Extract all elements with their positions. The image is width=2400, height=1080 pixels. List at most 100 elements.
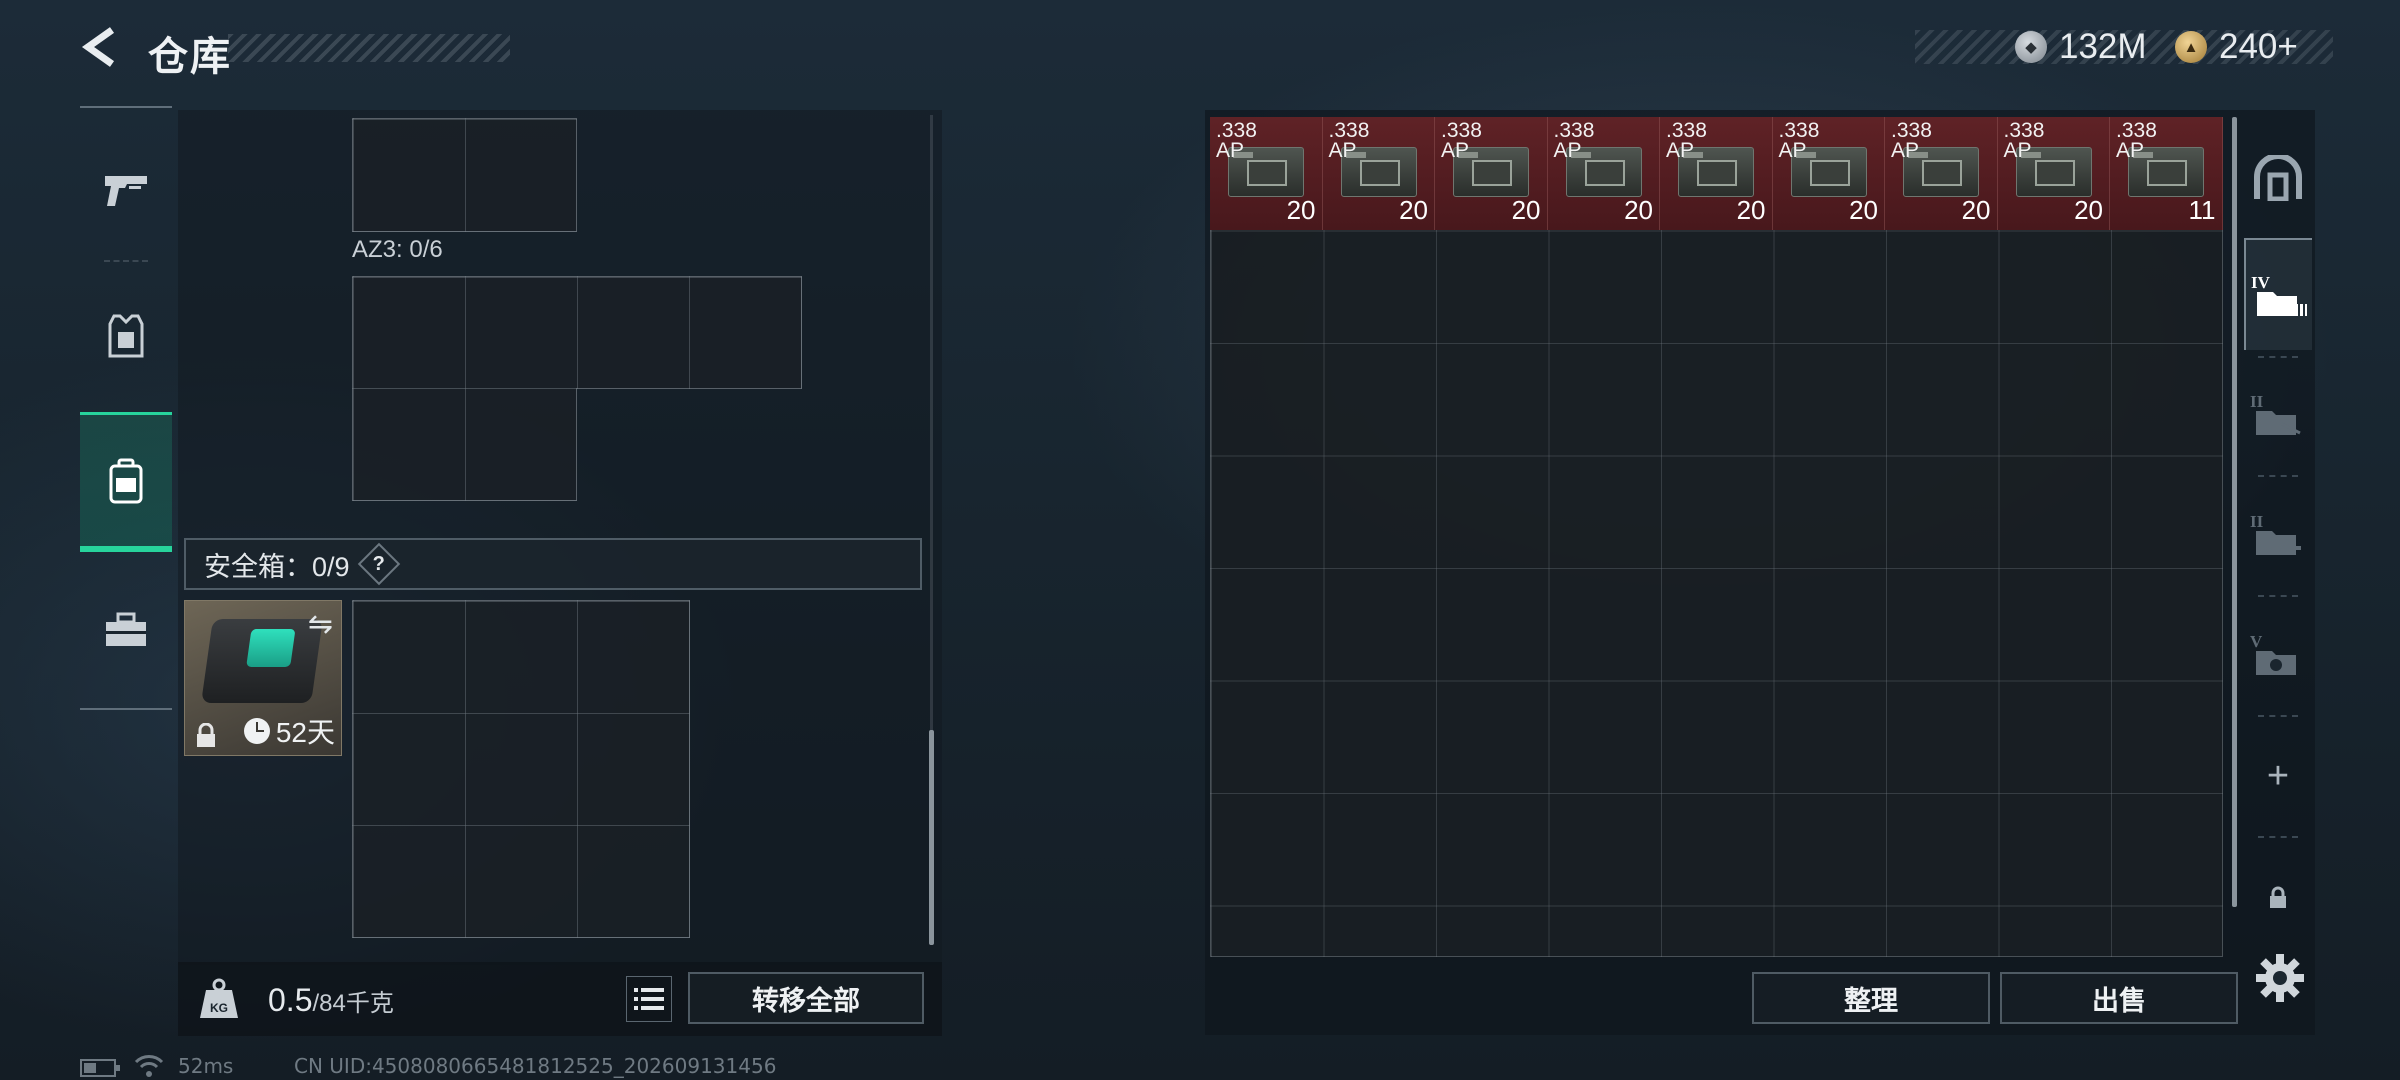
swap-icon[interactable]: ⇋ bbox=[308, 607, 333, 642]
vest-icon bbox=[108, 314, 144, 358]
stash-tab-5-label: V bbox=[2250, 632, 2263, 651]
weight-icon: KG bbox=[200, 978, 238, 1018]
toolbox-icon bbox=[106, 612, 146, 646]
container-grid-top[interactable] bbox=[352, 118, 577, 232]
wifi-icon bbox=[134, 1055, 164, 1077]
ammo-name: .338 AP bbox=[1328, 119, 1370, 162]
stash-tab-3-label: II bbox=[2250, 512, 2264, 531]
az3-grid-row1[interactable] bbox=[352, 276, 802, 389]
safebox-grid[interactable] bbox=[352, 600, 690, 938]
silver-currency-value: 132M bbox=[2059, 27, 2147, 66]
stash-item-ammo[interactable]: .338 AP 20 bbox=[1997, 117, 2110, 230]
ammo-name: .338 AP bbox=[1666, 119, 1707, 162]
weight-capacity: /84千克 bbox=[312, 990, 394, 1017]
gear-case-icon: V bbox=[2250, 632, 2296, 675]
az3-capacity-label: AZ3: 0/6 bbox=[352, 236, 443, 263]
weight-icon-text: KG bbox=[210, 1001, 228, 1015]
rail-item-weapons[interactable] bbox=[80, 130, 172, 250]
stash-tab-1[interactable] bbox=[2244, 122, 2312, 234]
stash-item-ammo[interactable]: .338 AP 20 bbox=[1547, 117, 1660, 230]
ammo-count: 20 bbox=[2074, 195, 2103, 225]
ammo-count: 20 bbox=[1286, 195, 1316, 225]
rail-item-backpack[interactable] bbox=[80, 412, 172, 552]
page-title: 仓库 bbox=[148, 35, 232, 79]
lock-icon bbox=[197, 723, 215, 747]
stash-tab-2[interactable]: II bbox=[2244, 358, 2312, 470]
ammo-count: 20 bbox=[1511, 195, 1541, 225]
weight-readout: 0.5/84千克 bbox=[268, 982, 394, 1019]
transfer-all-button[interactable]: 转移全部 bbox=[688, 972, 924, 1024]
ammo-name: .338 AP bbox=[1778, 119, 1820, 162]
uid-readout: CN UID:4508080665481812525_202609131456 bbox=[294, 1054, 777, 1078]
rail-top-line bbox=[80, 106, 172, 108]
safebox-header: 安全箱：0/9 ? bbox=[184, 538, 922, 590]
gear-icon bbox=[2256, 954, 2304, 1002]
back-arrow-icon bbox=[81, 27, 115, 67]
ammo-name: .338 AP bbox=[2116, 119, 2157, 162]
stash-item-ammo[interactable]: .338 AP 11 bbox=[2110, 117, 2223, 230]
stash-item-ammo[interactable]: .338 AP 20 bbox=[1772, 117, 1885, 230]
silver-coin-icon: ◆ bbox=[2015, 31, 2047, 63]
list-view-button[interactable] bbox=[626, 976, 672, 1022]
gold-currency[interactable]: ▲ 240+ bbox=[2175, 24, 2298, 70]
ammo-name: .338 AP bbox=[1441, 119, 1482, 162]
weapon-case-icon: II bbox=[2250, 392, 2301, 435]
gold-currency-value: 240+ bbox=[2219, 27, 2298, 66]
safebox-timer: 52天 bbox=[243, 711, 335, 751]
safebox-lid bbox=[246, 629, 296, 667]
ammo-name: .338 AP bbox=[2003, 119, 2045, 162]
rail-separator bbox=[104, 260, 148, 262]
safebox-time-left: 52天 bbox=[275, 717, 335, 748]
title-stripe bbox=[228, 34, 510, 62]
rail-bottom-line bbox=[80, 708, 172, 710]
ping-readout: 52ms bbox=[178, 1054, 234, 1078]
safebox-label: 安全箱：0/9 bbox=[204, 551, 350, 582]
az3-grid-row2[interactable] bbox=[352, 388, 577, 501]
rail-item-tools[interactable] bbox=[80, 570, 172, 690]
sell-button[interactable]: 出售 bbox=[2000, 972, 2238, 1024]
back-button[interactable] bbox=[78, 24, 124, 70]
locked-tab[interactable] bbox=[2244, 842, 2312, 954]
stash-tab-4-label: IV bbox=[2251, 273, 2271, 292]
ammo-count: 20 bbox=[1399, 195, 1428, 225]
clock-icon bbox=[243, 718, 270, 744]
lock-icon bbox=[2270, 886, 2286, 908]
ammo-count: 11 bbox=[2188, 195, 2216, 225]
stash-item-ammo[interactable]: .338 AP 20 bbox=[1322, 117, 1435, 230]
rail-item-armor[interactable] bbox=[80, 276, 172, 396]
stash-item-ammo[interactable]: .338 AP 20 bbox=[1210, 117, 1323, 230]
right-rail-separator bbox=[2258, 595, 2298, 597]
right-rail-separator bbox=[2258, 475, 2298, 477]
loadout-scrollbar[interactable] bbox=[929, 730, 934, 945]
stash-tab-4[interactable]: IV bbox=[2244, 238, 2312, 350]
pistol-icon bbox=[105, 176, 147, 206]
add-tab-button[interactable]: + bbox=[2244, 720, 2312, 832]
ammo-count: 20 bbox=[1849, 195, 1878, 225]
stash-tab-5[interactable]: V bbox=[2244, 598, 2312, 710]
stash-item-ammo[interactable]: .338 AP 20 bbox=[1435, 117, 1548, 230]
stash-item-ammo[interactable]: .338 AP 20 bbox=[1885, 117, 1998, 230]
right-rail-separator bbox=[2258, 715, 2298, 717]
ammo-count: 20 bbox=[1736, 195, 1766, 225]
stash-item-ammo[interactable]: .338 AP 20 bbox=[1660, 117, 1773, 230]
stash-grid[interactable] bbox=[1210, 117, 2223, 957]
sort-button[interactable]: 整理 bbox=[1752, 972, 1990, 1024]
help-icon: ? bbox=[372, 552, 385, 575]
folder-tab-icon: IV bbox=[2251, 273, 2307, 316]
silver-currency: ◆ 132M bbox=[2015, 24, 2147, 70]
safebox-case-image bbox=[201, 619, 323, 703]
gold-coin-icon: ▲ bbox=[2175, 31, 2207, 63]
ammo-name: .338 AP bbox=[1553, 119, 1595, 162]
battery-icon bbox=[80, 1059, 120, 1077]
list-icon bbox=[634, 988, 664, 1010]
weight-current: 0.5 bbox=[268, 982, 313, 1018]
vault-icon bbox=[2254, 155, 2302, 201]
safebox-item[interactable]: ⇋ 52天 bbox=[184, 600, 342, 756]
right-rail-separator bbox=[2258, 836, 2298, 838]
stash-scrollbar[interactable] bbox=[2232, 117, 2237, 907]
backpack-icon bbox=[109, 458, 143, 503]
help-button[interactable]: ? bbox=[357, 542, 400, 586]
settings-button[interactable] bbox=[2254, 952, 2306, 1004]
stash-tab-medical[interactable]: II bbox=[2244, 478, 2312, 590]
ammo-count: 20 bbox=[1961, 195, 1991, 225]
